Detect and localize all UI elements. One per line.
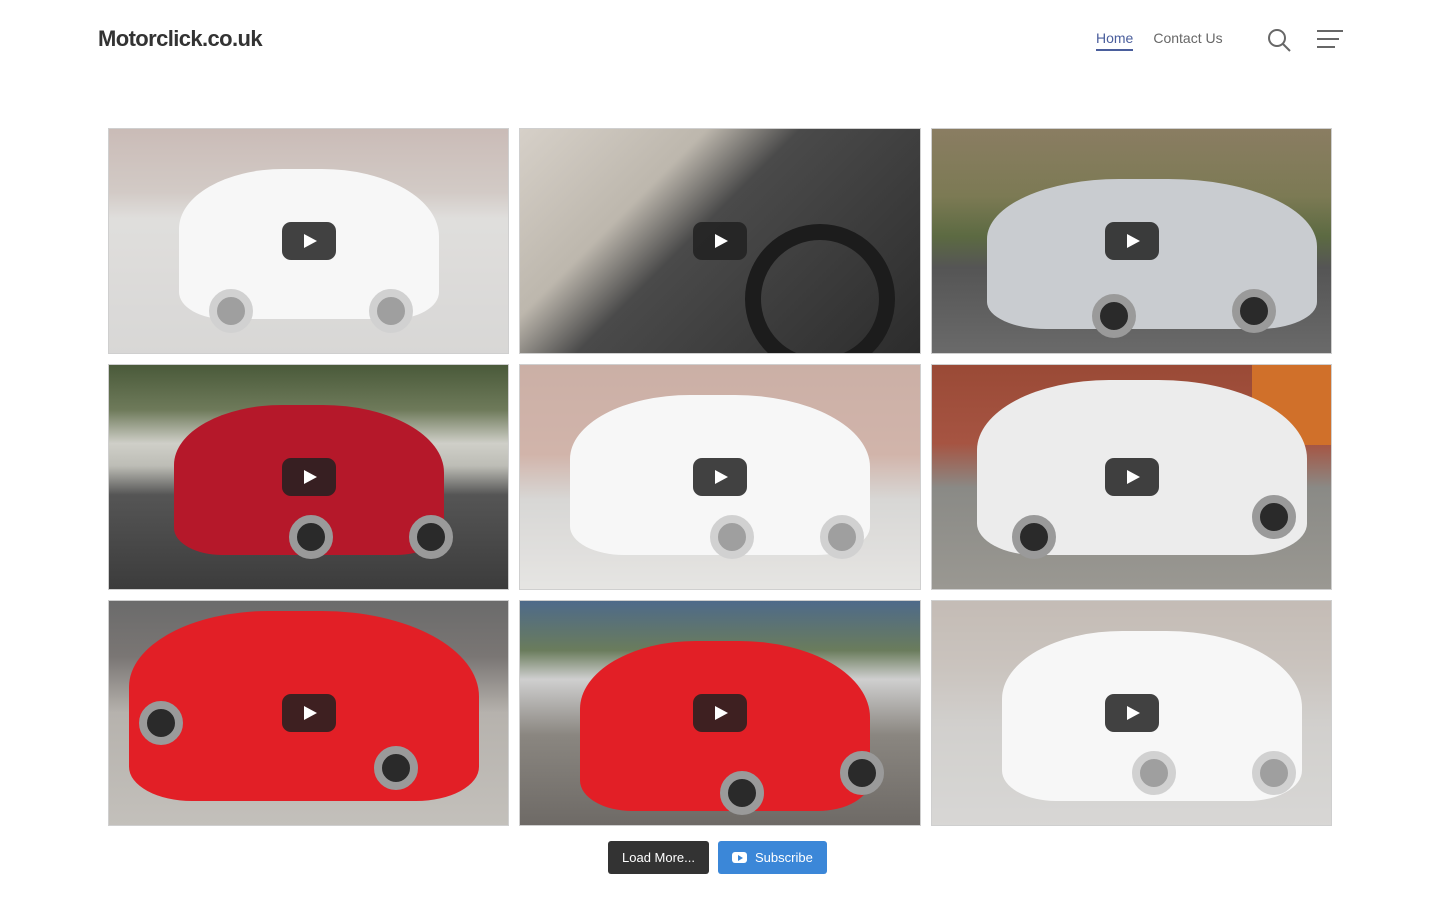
site-header: Motorclick.co.uk Home Contact Us (0, 0, 1440, 80)
play-button-icon[interactable] (1104, 694, 1159, 732)
subscribe-button[interactable]: Subscribe (718, 841, 827, 874)
search-icon[interactable] (1266, 27, 1292, 53)
main-nav: Home Contact Us (1096, 30, 1223, 51)
video-thumbnail-5[interactable] (519, 364, 921, 590)
play-button-icon[interactable] (1104, 222, 1159, 260)
youtube-icon (732, 852, 747, 863)
play-button-icon[interactable] (281, 458, 336, 496)
video-thumbnail-7[interactable] (108, 600, 509, 826)
load-more-button[interactable]: Load More... (608, 841, 709, 874)
play-button-icon[interactable] (281, 222, 336, 260)
play-button-icon[interactable] (281, 694, 336, 732)
gallery-actions: Load More... Subscribe (608, 841, 827, 874)
video-thumbnail-6[interactable] (931, 364, 1332, 590)
video-thumbnail-3[interactable] (931, 128, 1332, 354)
play-button-icon[interactable] (693, 222, 747, 260)
nav-contact-link[interactable]: Contact Us (1153, 30, 1222, 51)
video-thumbnail-4[interactable] (108, 364, 509, 590)
video-gallery (108, 128, 1332, 826)
video-thumbnail-1[interactable] (108, 128, 509, 354)
video-thumbnail-2[interactable] (519, 128, 921, 354)
video-thumbnail-9[interactable] (931, 600, 1332, 826)
play-button-icon[interactable] (1104, 458, 1159, 496)
hamburger-menu-icon[interactable] (1317, 30, 1343, 50)
play-button-icon[interactable] (693, 458, 747, 496)
play-button-icon[interactable] (693, 694, 747, 732)
subscribe-label: Subscribe (755, 850, 813, 865)
nav-home-link[interactable]: Home (1096, 30, 1134, 51)
site-logo[interactable]: Motorclick.co.uk (98, 26, 263, 52)
video-thumbnail-8[interactable] (519, 600, 921, 826)
